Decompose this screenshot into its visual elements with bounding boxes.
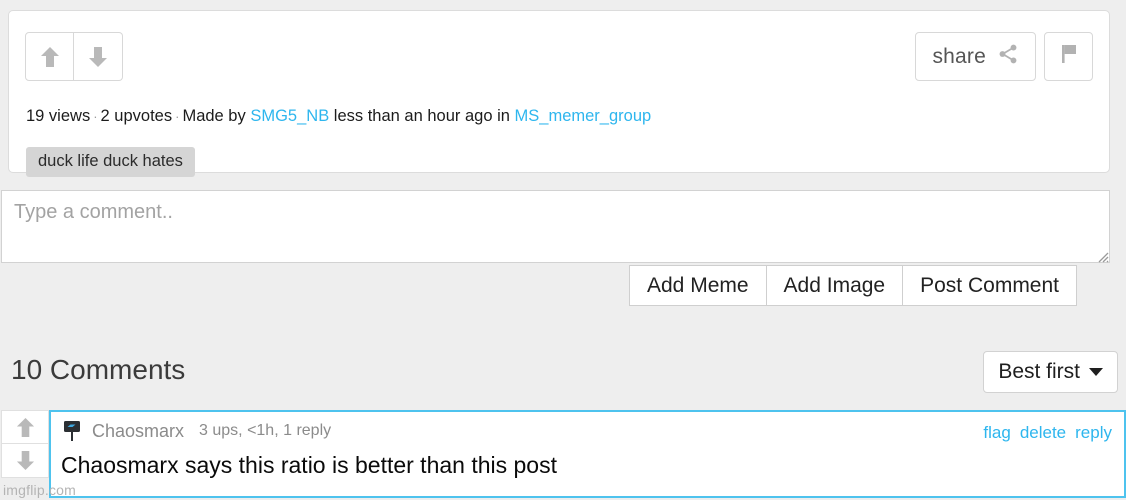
comment-vote-group (1, 410, 49, 478)
flag-icon (1059, 43, 1079, 70)
comment-item: Chaosmarx 3 ups, <1h, 1 reply flag delet… (49, 410, 1126, 498)
comment-stats: 3 ups, <1h, 1 reply (199, 422, 332, 439)
composer-button-group: Add Meme Add Image Post Comment (629, 265, 1078, 306)
arrow-down-icon (88, 45, 108, 69)
post-tag[interactable]: duck life duck hates (26, 147, 195, 177)
comment-reply-link[interactable]: reply (1075, 423, 1112, 443)
meta-separator-2: · (175, 109, 180, 125)
post-actions: share (915, 32, 1093, 81)
user-avatar-icon[interactable] (61, 420, 83, 442)
post-meta-line: 19 views · 2 upvotes · Made by SMG5_NB less … (26, 107, 651, 126)
share-label: share (932, 44, 986, 68)
post-vote-group (25, 32, 123, 81)
post-upvote-button[interactable] (25, 32, 74, 81)
meta-separator-1: · (93, 109, 98, 125)
comment-upvote-button[interactable] (1, 410, 49, 444)
post-info-card: share 19 views · 2 upvotes · Made by SMG… (8, 10, 1110, 177)
arrow-up-icon (16, 416, 35, 439)
arrow-down-icon (16, 449, 35, 472)
comments-heading: 10 Comments (11, 354, 186, 385)
upvote-count: 2 upvotes (100, 107, 173, 125)
share-button[interactable]: share (915, 32, 1036, 81)
made-by-label: Made by (182, 107, 246, 125)
flag-button[interactable] (1044, 32, 1093, 81)
add-meme-button[interactable]: Add Meme (629, 265, 767, 306)
comment-sort-label: Best first (998, 360, 1080, 383)
comment-downvote-button[interactable] (1, 444, 49, 478)
comment-list: Chaosmarx 3 ups, <1h, 1 reply flag delet… (0, 410, 1126, 500)
chevron-down-icon (1089, 368, 1103, 376)
comment-action-links: flag delete reply (983, 423, 1112, 443)
comment-input[interactable] (1, 190, 1110, 263)
comment-text: Chaosmarx says this ratio is better than… (61, 452, 557, 478)
post-time-ago: less than an hour ago in (333, 107, 510, 125)
comment-sort-dropdown[interactable]: Best first (983, 351, 1118, 393)
post-downvote-button[interactable] (74, 32, 123, 81)
share-icon (997, 43, 1019, 70)
arrow-up-icon (40, 45, 60, 69)
comment-delete-link[interactable]: delete (1020, 423, 1066, 443)
view-count: 19 views (26, 107, 91, 125)
post-stream-link[interactable]: MS_memer_group (515, 107, 652, 125)
comment-flag-link[interactable]: flag (983, 423, 1010, 443)
post-author-link[interactable]: SMG5_NB (250, 107, 329, 125)
add-image-button[interactable]: Add Image (766, 265, 904, 306)
comment-header: Chaosmarx 3 ups, <1h, 1 reply (61, 420, 331, 442)
comment-author[interactable]: Chaosmarx (92, 421, 184, 442)
post-comment-button[interactable]: Post Comment (903, 265, 1078, 306)
